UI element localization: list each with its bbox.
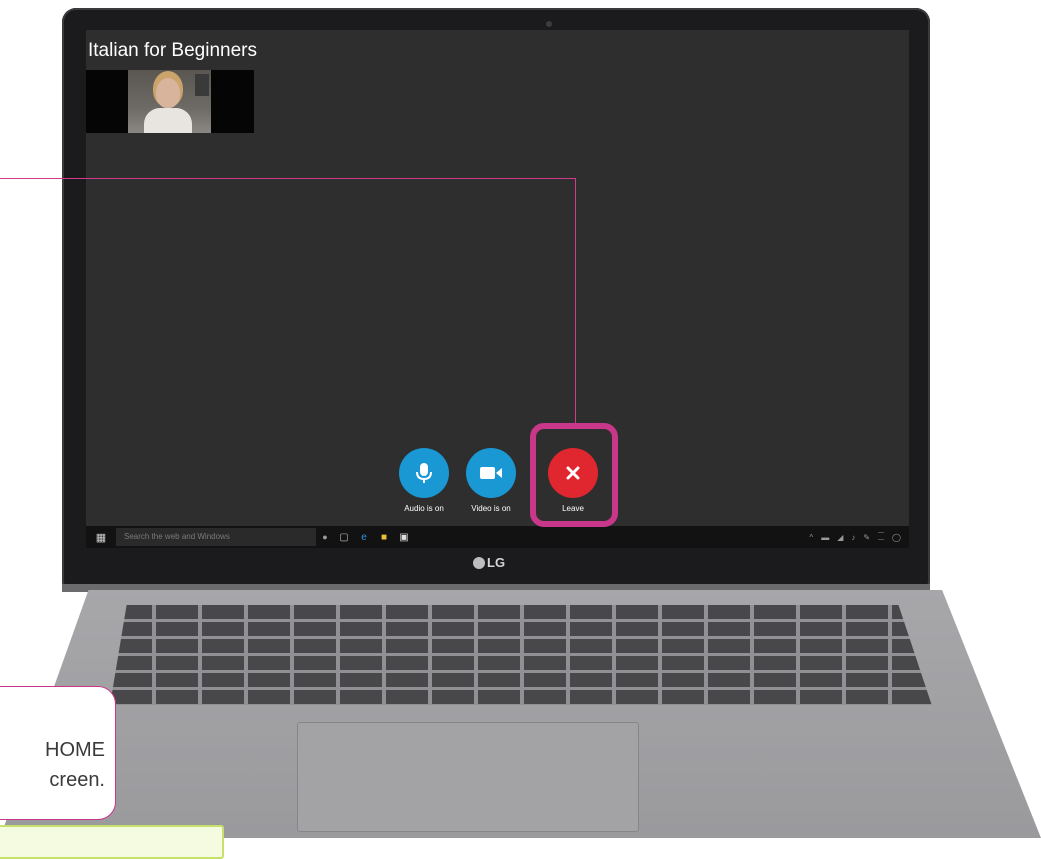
taskbar-search-input[interactable]: Search the web and Windows (116, 528, 316, 546)
lg-logo-icon (473, 556, 485, 569)
instruction-text: HOME creen. (45, 735, 105, 795)
taskbar-clock[interactable]: — — (878, 530, 884, 544)
audio-toggle[interactable]: Audio is on (392, 448, 456, 513)
battery-icon[interactable]: ▬ (821, 533, 829, 542)
notification-icon[interactable]: ◯ (892, 533, 901, 542)
call-controls: Audio is on Video is on Leave (86, 30, 909, 548)
leave-button-highlight (530, 423, 618, 527)
chevron-up-icon[interactable]: ^ (809, 533, 813, 542)
store-icon[interactable]: ▣ (394, 532, 414, 543)
network-icon[interactable]: ◢ (837, 533, 843, 542)
callout-leader-line-horizontal (0, 178, 576, 179)
webcam (546, 21, 552, 27)
system-tray: ^ ▬ ◢ ♪ ✎ — — ◯ (809, 530, 909, 544)
brand-name: LG (487, 555, 506, 570)
file-explorer-icon[interactable]: ■ (374, 532, 394, 543)
task-view-icon[interactable]: ▢ (334, 532, 354, 543)
instruction-line-1: HOME (45, 739, 105, 761)
pen-icon[interactable]: ✎ (863, 533, 870, 542)
windows-taskbar: ▦ Search the web and Windows ● ▢ e ■ ▣ ^… (86, 526, 909, 548)
video-toggle[interactable]: Video is on (459, 448, 523, 513)
keyboard-rows (110, 605, 932, 705)
instruction-callout: HOME creen. (0, 686, 116, 820)
brand-logo: LG (473, 555, 505, 570)
video-label: Video is on (471, 504, 511, 513)
windows-start-icon[interactable]: ▦ (86, 531, 116, 544)
audio-label: Audio is on (404, 504, 444, 513)
keyboard (110, 605, 932, 705)
edge-browser-icon[interactable]: e (354, 532, 374, 543)
microphone-icon[interactable] (399, 448, 449, 498)
volume-icon[interactable]: ♪ (851, 533, 855, 542)
tip-callout (0, 825, 224, 859)
video-camera-icon[interactable] (466, 448, 516, 498)
touchpad (297, 722, 639, 832)
instruction-line-2: creen. (49, 769, 105, 791)
callout-leader-line-vertical (575, 178, 576, 424)
call-screen: Italian for Beginners Audio is on Video … (86, 30, 909, 548)
cortana-mic-icon[interactable]: ● (316, 532, 334, 542)
